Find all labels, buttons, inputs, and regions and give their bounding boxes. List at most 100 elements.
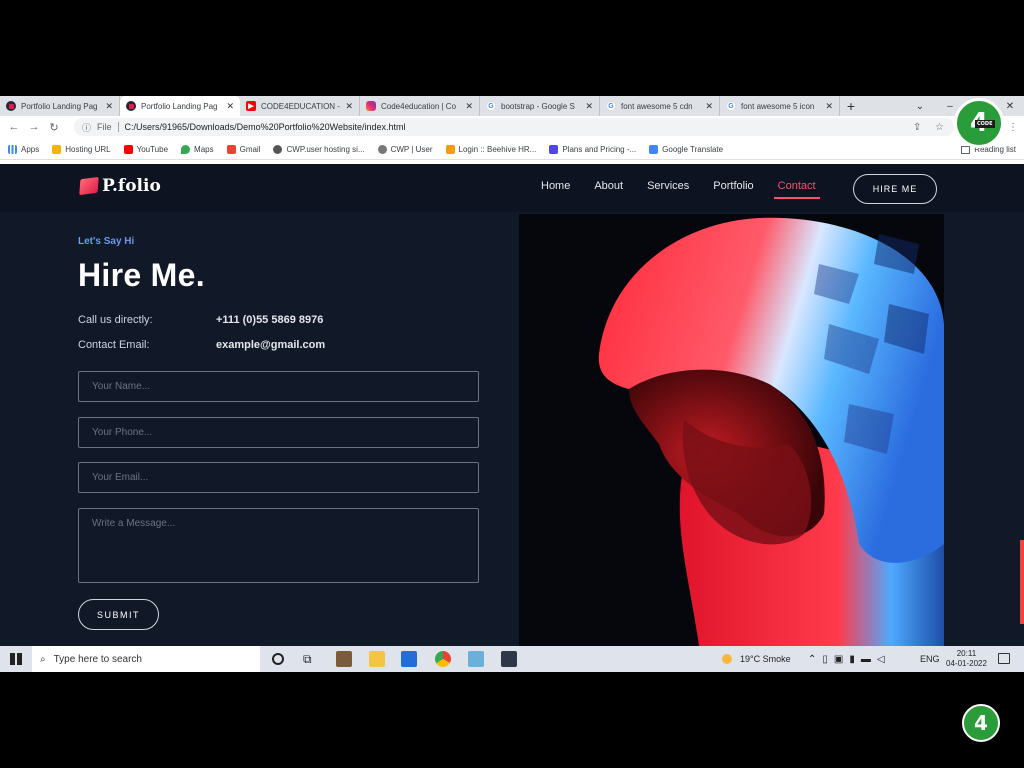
browser-tab[interactable]: G font awesome 5 cdn ✕ [600, 96, 720, 116]
file-explorer-icon[interactable] [369, 651, 385, 667]
pfolio-favicon-icon [6, 101, 16, 111]
google-icon: G [486, 101, 496, 111]
email-row: Contact Email: example@gmail.com [78, 339, 498, 351]
tab-search-chevron-icon[interactable]: ⌄ [905, 96, 935, 116]
site-logo[interactable]: P.folio [79, 176, 161, 196]
bookmark-apps[interactable]: Apps [8, 145, 39, 154]
cortana-icon[interactable] [272, 653, 284, 665]
address-scheme: File [97, 122, 112, 132]
reload-icon[interactable]: ↻ [44, 121, 64, 134]
bookmark-maps[interactable]: Maps [181, 145, 214, 154]
chevron-up-icon[interactable]: ⌃ [808, 654, 822, 665]
hire-me-button[interactable]: HIRE ME [853, 174, 937, 204]
weather-widget[interactable]: 19°C Smoke [722, 646, 791, 672]
menu-kebab-icon[interactable]: ⋮ [1008, 118, 1018, 136]
new-tab-button[interactable]: + [840, 96, 862, 116]
nav-services[interactable]: Services [647, 180, 689, 192]
taskbar-search[interactable]: ⌕ Type here to search [32, 646, 260, 672]
bookmark-label: Plans and Pricing -... [562, 145, 637, 154]
sun-haze-icon [722, 654, 732, 664]
instagram-icon [366, 101, 376, 111]
reading-list-icon [961, 145, 971, 154]
bookmark-gmail[interactable]: Gmail [226, 145, 260, 154]
message-textarea[interactable]: Write a Message... [78, 508, 479, 583]
bookmark-plans-pricing[interactable]: Plans and Pricing -... [549, 145, 636, 154]
tab-label: Portfolio Landing Pag [141, 101, 218, 111]
info-icon[interactable]: ⓘ [82, 121, 91, 134]
phone-value: +111 (0)55 5869 8976 [216, 314, 324, 326]
system-tray-icons[interactable]: ⌃ ▯ ▣ ▮ ▬ ◁ [808, 646, 891, 672]
speaker-icon[interactable]: ◁ [877, 654, 891, 665]
close-icon[interactable]: ✕ [105, 101, 113, 112]
nav-contact[interactable]: Contact [773, 180, 820, 199]
terminal-app-icon[interactable] [501, 651, 517, 667]
windows-start-icon[interactable] [10, 653, 22, 665]
beehive-icon [445, 145, 455, 154]
battery-icon[interactable]: ▬ [861, 654, 877, 665]
nav-about[interactable]: About [594, 180, 623, 192]
contact-info: Let's Say Hi Hire Me. Call us directly: … [78, 236, 498, 351]
bookmark-star-icon[interactable]: ☆ [935, 118, 944, 136]
clock[interactable]: 20:11 04-01-2022 [946, 646, 987, 672]
close-icon[interactable]: ✕ [825, 101, 833, 112]
share-icon[interactable]: ⇪ [913, 118, 921, 136]
browser-tab[interactable]: G bootstrap - Google S ✕ [480, 96, 600, 116]
phone-input[interactable]: Your Phone... [78, 417, 479, 448]
tray-app-icon[interactable]: ▯ [822, 654, 834, 665]
channel-logo: 4 CODE [954, 98, 1004, 148]
bookmark-label: Google Translate [662, 145, 724, 154]
bookmark-cwp-user[interactable]: CWP | User [377, 145, 433, 154]
language-indicator[interactable]: ENG [920, 646, 940, 672]
media-app-icon[interactable] [336, 651, 352, 667]
desktop-screen: Portfolio Landing Pag ✕ Portfolio Landin… [0, 96, 1024, 672]
name-input[interactable]: Your Name... [78, 371, 479, 402]
mic-icon[interactable]: ▮ [849, 654, 861, 665]
logo-caption: CODE [975, 120, 995, 128]
address-bar[interactable]: ⓘ File C:/Users/91965/Downloads/Demo%20P… [74, 118, 954, 136]
nav-home[interactable]: Home [541, 180, 570, 192]
bookmark-youtube[interactable]: YouTube [123, 145, 169, 154]
email-label: Contact Email: [78, 339, 150, 351]
k-icon [549, 145, 559, 154]
page-title: Hire Me. [78, 257, 205, 293]
task-view-icon[interactable]: ⧉ [303, 652, 312, 667]
bookmark-label: Maps [194, 145, 214, 154]
youtube-icon [123, 145, 133, 154]
browser-tab[interactable]: Code4education | Co ✕ [360, 96, 480, 116]
close-icon[interactable]: ✕ [465, 101, 473, 112]
forward-arrow-icon[interactable]: → [24, 121, 44, 133]
browser-tab[interactable]: Portfolio Landing Pag ✕ [0, 96, 120, 116]
browser-tab[interactable]: ▶ CODE4EDUCATION - ✕ [240, 96, 360, 116]
bookmark-label: YouTube [136, 145, 169, 154]
browser-tab-strip: Portfolio Landing Pag ✕ Portfolio Landin… [0, 96, 1024, 116]
clock-time: 20:11 [956, 649, 977, 658]
bookmark-cwp-hosting[interactable]: CWP.user hosting si... [273, 145, 365, 154]
phone-label: Call us directly: [78, 314, 153, 326]
bookmark-google-translate[interactable]: Google Translate [649, 145, 723, 154]
email-input[interactable]: Your Email... [78, 462, 479, 493]
bookmark-hosting-url[interactable]: Hosting URL [52, 145, 111, 154]
apps-grid-icon [8, 145, 17, 154]
browser-tab-active[interactable]: Portfolio Landing Pag ✕ [120, 96, 240, 116]
close-icon[interactable]: ✕ [705, 101, 713, 112]
youtube-icon: ▶ [246, 101, 256, 111]
submit-button[interactable]: SUBMIT [78, 599, 159, 630]
google-icon: G [606, 101, 616, 111]
logo-mark-icon [79, 176, 99, 196]
network-icon[interactable]: ▣ [834, 654, 849, 665]
close-icon[interactable]: ✕ [345, 101, 353, 112]
back-arrow-icon[interactable]: ← [4, 121, 24, 133]
chrome-icon[interactable] [435, 651, 451, 667]
close-icon[interactable]: ✕ [585, 101, 593, 112]
cwp-icon [377, 145, 387, 154]
app-icon[interactable] [468, 651, 484, 667]
bookmark-label: Apps [21, 145, 40, 154]
nav-portfolio[interactable]: Portfolio [713, 180, 753, 192]
bookmark-beehive[interactable]: Login :: Beehive HR... [445, 145, 536, 154]
language-text: ENG [920, 654, 940, 664]
browser-tab[interactable]: G font awesome 5 icon ✕ [720, 96, 840, 116]
folder-icon [52, 145, 62, 154]
vscode-icon[interactable] [401, 651, 417, 667]
close-icon[interactable]: ✕ [226, 101, 234, 112]
notification-icon[interactable] [998, 653, 1010, 664]
